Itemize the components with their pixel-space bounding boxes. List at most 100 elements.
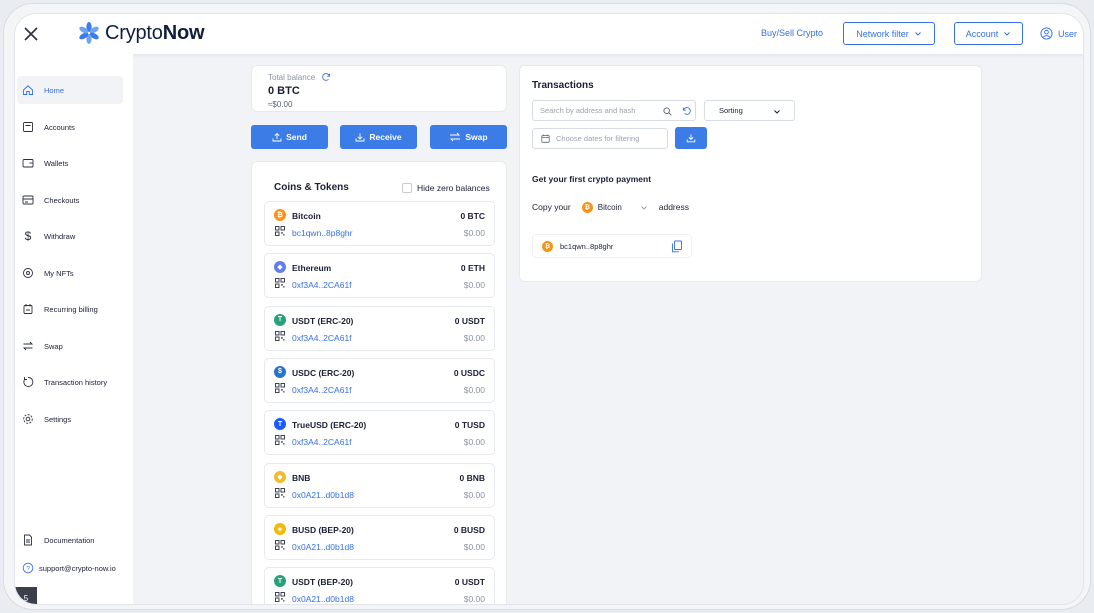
- coin-name: TrueUSD (ERC-20): [292, 420, 367, 431]
- qr-code-icon[interactable]: [275, 592, 285, 603]
- qr-code-icon[interactable]: [275, 487, 285, 498]
- coin-name: USDC (ERC-20): [292, 367, 355, 378]
- coin-address[interactable]: bc1qwn..8p8ghr: [292, 228, 353, 238]
- coin-address[interactable]: 0x0A21..d0b1d8: [292, 594, 354, 604]
- sidebar-item-label: Wallets: [44, 158, 69, 168]
- coin-fiat-value: $0.00: [463, 228, 485, 238]
- send-button[interactable]: Send: [251, 125, 328, 149]
- chevron-down-icon: [774, 110, 780, 114]
- sidebar-item-transaction-history[interactable]: Transaction history: [17, 368, 123, 396]
- coin-fiat-value: $0.00: [463, 332, 485, 343]
- coin-item[interactable]: T TrueUSD (ERC-20) 0 TUSD 0xf3A4..2CA61f $0.…: [264, 410, 495, 456]
- documentation-label: Documentation: [44, 535, 95, 545]
- receive-button[interactable]: Receive: [340, 125, 417, 149]
- date-range-input[interactable]: Choose dates for filtering: [532, 128, 668, 149]
- coin-address[interactable]: 0xf3A4..2CA61f: [292, 385, 352, 395]
- address-label: address: [658, 202, 689, 212]
- coin-fiat-value: $0.00: [463, 384, 485, 395]
- sidebar: Home Accounts Wallets Checkouts $ Withdr…: [15, 54, 133, 604]
- qr-code-icon[interactable]: [275, 330, 285, 341]
- transactions-title: Transactions: [532, 80, 594, 91]
- coin-item[interactable]: T USDT (ERC-20) 0 USDT 0xf3A4..2CA61f $0.00: [264, 305, 495, 351]
- network-filter-dropdown[interactable]: Network filter: [843, 22, 935, 45]
- coin-address[interactable]: 0xf3A4..2CA61f: [292, 333, 352, 343]
- coin-select-dropdown[interactable]: ₿ Bitcoin: [579, 197, 655, 217]
- coin-select-value: Bitcoin: [597, 202, 622, 212]
- coin-item[interactable]: ◈ BUSD (BEP-20) 0 BUSD 0x0A21..d0b1d8 $0.00: [264, 514, 495, 560]
- bitcoin-icon: ₿: [542, 240, 553, 252]
- hide-zero-balances-toggle[interactable]: Hide zero balances: [402, 183, 490, 193]
- coin-balance: 0 ETH: [460, 263, 485, 274]
- user-menu[interactable]: User: [1040, 27, 1077, 40]
- coin-balance: 0 USDT: [454, 315, 485, 326]
- sidebar-item-checkouts[interactable]: Checkouts: [17, 186, 123, 214]
- dollar-icon: $: [24, 229, 32, 243]
- sidebar-item-accounts[interactable]: Accounts: [17, 113, 123, 141]
- hide-zero-label: Hide zero balances: [417, 183, 490, 193]
- search-icon[interactable]: [663, 107, 672, 116]
- chevron-down-icon: [640, 206, 647, 210]
- coin-item[interactable]: $ USDC (ERC-20) 0 USDC 0xf3A4..2CA61f $0.00: [264, 357, 495, 403]
- sidebar-item-label: Home: [44, 85, 65, 95]
- sidebar-item-label: Checkouts: [44, 195, 80, 205]
- coin-item[interactable]: ◆ BNB 0 BNB 0x0A21..d0b1d8 $0.00: [264, 462, 495, 508]
- dates-placeholder: Choose dates for filtering: [556, 134, 640, 143]
- buy-sell-crypto-link[interactable]: Buy/Sell Crypto: [761, 28, 823, 38]
- sidebar-documentation-link[interactable]: Documentation: [17, 526, 123, 554]
- sidebar-item-home[interactable]: Home: [17, 76, 123, 104]
- coin-fiat-value: $0.00: [463, 594, 485, 605]
- coin-item[interactable]: ₿ Bitcoin 0 BTC bc1qwn..8p8ghr $0.00: [264, 201, 495, 246]
- sidebar-item-my-nfts[interactable]: My NFTs: [17, 259, 123, 287]
- support-email: support@crypto-now.io: [39, 563, 116, 573]
- coin-balance: 0 USDT: [454, 577, 485, 588]
- qr-code-icon[interactable]: [275, 435, 285, 446]
- coin-address[interactable]: 0x0A21..d0b1d8: [292, 542, 354, 552]
- coin-name: USDT (ERC-20): [292, 315, 354, 326]
- qr-code-icon[interactable]: [275, 382, 285, 393]
- sidebar-support-link[interactable]: ? support@crypto-now.io: [17, 554, 123, 582]
- hide-zero-checkbox[interactable]: [402, 183, 412, 193]
- coin-icon: ◆: [274, 261, 286, 274]
- transactions-card: Transactions Search by address and hash …: [519, 65, 982, 282]
- home-icon: [21, 83, 35, 97]
- account-dropdown[interactable]: Account: [954, 22, 1023, 45]
- sidebar-item-recurring-billing[interactable]: Recurring billing: [17, 295, 123, 323]
- receive-label: Receive: [369, 132, 402, 142]
- refresh-icon[interactable]: [321, 72, 331, 82]
- sidebar-item-settings[interactable]: Settings: [17, 405, 123, 433]
- search-placeholder: Search by address and hash: [540, 106, 636, 115]
- swap-button[interactable]: Swap: [430, 125, 507, 149]
- copy-icon[interactable]: [671, 240, 683, 253]
- sidebar-item-withdraw[interactable]: $ Withdraw: [17, 222, 123, 250]
- notification-badge[interactable]: 5: [15, 587, 37, 604]
- sidebar-item-wallets[interactable]: Wallets: [17, 149, 123, 177]
- coin-item[interactable]: ◆ Ethereum 0 ETH 0xf3A4..2CA61f $0.00: [264, 253, 495, 299]
- copy-address-row: Copy your ₿ Bitcoin address: [532, 197, 689, 217]
- export-button[interactable]: [675, 127, 707, 149]
- sorting-label: Sorting: [719, 106, 743, 115]
- qr-code-icon[interactable]: [275, 226, 285, 236]
- logo-text: CryptoNow: [105, 21, 205, 44]
- history-icon: [21, 375, 35, 389]
- coin-address[interactable]: 0xf3A4..2CA61f: [292, 437, 352, 447]
- reset-icon[interactable]: [682, 106, 692, 116]
- coin-balance: 0 BUSD: [453, 524, 485, 535]
- total-balance-label: Total balance: [268, 72, 316, 82]
- coin-balance: 0 USDC: [453, 367, 485, 378]
- qr-code-icon[interactable]: [275, 539, 285, 550]
- address-box: ₿ bc1qwn..8p8ghr: [532, 234, 692, 258]
- coin-address[interactable]: 0x0A21..d0b1d8: [292, 490, 354, 500]
- coin-item[interactable]: T USDT (BEP-20) 0 USDT 0x0A21..d0b1d8 $0.00: [264, 567, 495, 605]
- search-input[interactable]: Search by address and hash: [532, 100, 696, 121]
- device-frame: CryptoNow Buy/Sell Crypto Network filter…: [3, 3, 1091, 610]
- coins-tokens-card: Coins & Tokens Hide zero balances ₿ Bitco…: [251, 161, 507, 605]
- logo[interactable]: CryptoNow: [77, 21, 205, 45]
- sorting-dropdown[interactable]: Sorting: [704, 100, 795, 121]
- close-button[interactable]: [21, 24, 41, 44]
- qr-code-icon[interactable]: [275, 278, 285, 289]
- accounts-icon: [21, 120, 35, 134]
- sidebar-item-swap[interactable]: Swap: [17, 332, 123, 360]
- coin-address[interactable]: 0xf3A4..2CA61f: [292, 280, 352, 290]
- coin-balance: 0 BNB: [459, 472, 485, 483]
- first-payment-title: Get your first crypto payment: [532, 174, 652, 184]
